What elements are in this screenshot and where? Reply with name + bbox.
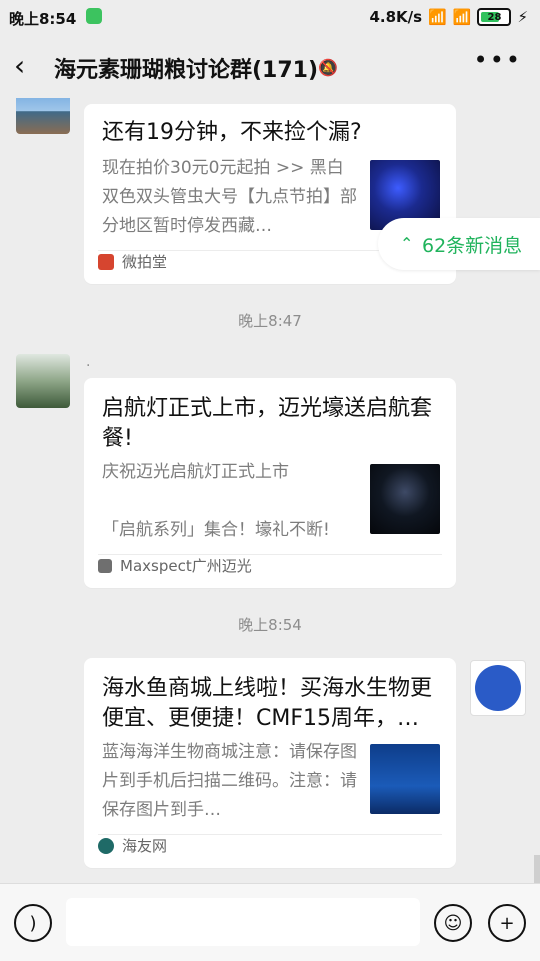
scrollbar[interactable] (534, 855, 540, 883)
avatar[interactable] (470, 660, 526, 716)
chat-content: 还有19分钟，不来捡个漏? 现在拍价30元0元起拍 >> 黑白双色双头管虫大号【… (0, 98, 540, 883)
network-speed: 4.8K/s (369, 8, 423, 26)
message-desc: 庆祝迈光启航灯正式上市 「启航系列」集合！壕礼不断! (102, 462, 330, 540)
status-time: 晚上8:54 (9, 10, 77, 28)
qr-thumbnail (370, 744, 440, 814)
new-messages-label: 62条新消息 (422, 235, 523, 257)
message-title: 海水鱼商城上线啦！买海水生物更便宜、更便捷！CMF15周年，… (102, 676, 433, 731)
haiyou-avatar-icon (475, 665, 521, 711)
message-desc: 现在拍价30元0元起拍 >> 黑白双色双头管虫大号【九点节拍】部分地区暂时停发西… (102, 158, 357, 236)
add-icon[interactable]: + (488, 904, 526, 942)
message-source: 微拍堂 (98, 251, 167, 272)
time-label: 晚上8:54 (238, 616, 302, 634)
sender-name: . (86, 354, 91, 370)
status-bar: 晚上8:54 4.8K/s 📶 📶 28 ⚡ (0, 0, 540, 34)
signal-icon: 📶 (428, 8, 447, 26)
input-bar: ) ☺ + (0, 883, 540, 961)
new-messages-pill[interactable]: ⌃ 62条新消息 (378, 218, 540, 270)
status-right: 4.8K/s 📶 📶 28 ⚡ (369, 8, 528, 26)
source-name: 海友网 (122, 837, 168, 855)
battery-icon: 28 (477, 8, 512, 26)
chat-header: ‹ 海元素珊瑚粮讨论群(171) 🔕 ••• (0, 34, 540, 98)
emoji-icon[interactable]: ☺ (434, 904, 472, 942)
mute-icon: 🔕 (318, 58, 338, 77)
wifi-icon: 📶 (452, 8, 472, 26)
more-icon[interactable]: ••• (474, 46, 522, 74)
charging-icon: ⚡ (517, 8, 528, 26)
message-source: Maxspect广州迈光 (98, 555, 252, 576)
haiyou-logo-icon (98, 837, 114, 854)
avatar[interactable] (16, 98, 70, 134)
chevron-left-icon[interactable]: ‹ (14, 52, 25, 80)
weipaitang-logo-icon (98, 253, 114, 270)
message-title: 还有19分钟，不来捡个漏? (102, 120, 362, 145)
message-desc: 蓝海海洋生物商城注意：请保存图片到手机后扫描二维码。注意：请保存图片到手… (102, 742, 357, 820)
double-chevron-up-icon: ⌃ (400, 234, 414, 253)
lamp-thumbnail (370, 464, 440, 534)
message-title: 启航灯正式上市，迈光壕送启航套餐! (102, 396, 433, 451)
app-notification-icon (86, 8, 102, 24)
voice-icon[interactable]: ) (14, 904, 52, 942)
message-input[interactable] (66, 898, 420, 946)
message-source: 海友网 (98, 835, 167, 856)
maxspect-logo-icon (98, 558, 112, 573)
battery-level: 28 (487, 11, 502, 23)
chat-title: 海元素珊瑚粮讨论群(171) (54, 58, 319, 83)
avatar[interactable] (16, 354, 70, 408)
message-card-2[interactable]: 启航灯正式上市，迈光壕送启航套餐! 庆祝迈光启航灯正式上市 「启航系列」集合！壕… (84, 378, 456, 588)
message-card-3[interactable]: 海水鱼商城上线啦！买海水生物更便宜、更便捷！CMF15周年，… 蓝海海洋生物商城… (84, 658, 456, 868)
source-name: 微拍堂 (122, 253, 168, 271)
source-name: Maxspect广州迈光 (120, 557, 252, 575)
time-label: 晚上8:47 (238, 312, 302, 330)
